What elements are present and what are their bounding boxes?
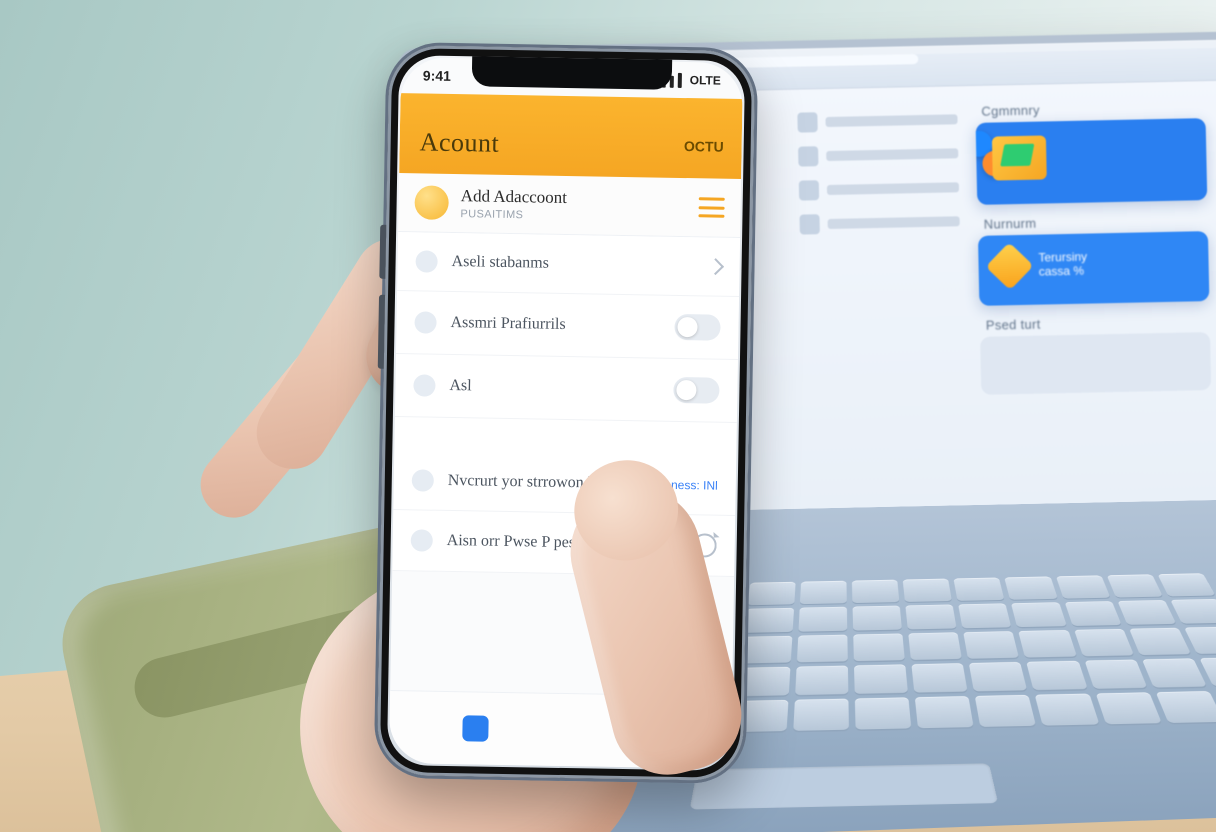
toggle-switch[interactable] xyxy=(674,314,720,341)
item-label: Assmri Prafiurrils xyxy=(450,314,660,336)
laptop-side-panel: Cgmmnry Nurnurm Terursiny cassa % xyxy=(975,89,1212,407)
toggle-switch[interactable] xyxy=(673,377,719,404)
header-action[interactable]: OCTU xyxy=(684,138,724,155)
add-account-sub: PUSAITIMS xyxy=(460,208,566,222)
add-account-row[interactable]: Add Adaccoont PUSAITIMS xyxy=(398,173,741,238)
list-item[interactable]: Assmri Prafiurrils xyxy=(396,291,739,360)
hand-holding-phone: 9:41 OLTE Acount OCTU Add Adaccoont PUSA… xyxy=(150,25,850,832)
laptop-tile-blank[interactable] xyxy=(980,332,1211,395)
status-time: 9:41 xyxy=(423,67,451,83)
screen-header: Acount OCTU xyxy=(399,93,742,179)
phone-notch xyxy=(472,56,672,89)
hamburger-icon[interactable] xyxy=(698,197,724,217)
item-label: Asl xyxy=(449,377,659,399)
item-icon xyxy=(414,311,436,333)
diamond-icon xyxy=(986,242,1034,290)
item-icon xyxy=(415,250,437,272)
list-item[interactable]: Nvcrurt yor strrowond Vorort hu ness: IN… xyxy=(393,451,736,516)
laptop-tile-action[interactable]: Terursiny cassa % xyxy=(978,231,1209,306)
item-icon xyxy=(412,469,434,491)
tab-chat-icon[interactable] xyxy=(462,715,488,741)
phone-volume-up[interactable] xyxy=(379,225,386,279)
status-carrier: OLTE xyxy=(690,73,721,88)
chevron-right-icon xyxy=(707,258,724,275)
list-item[interactable]: Aseli stabanms xyxy=(397,232,740,297)
laptop-side-label: Nurnurm xyxy=(984,212,1202,232)
laptop-side-label: Cgmmnry xyxy=(981,99,1199,119)
item-icon xyxy=(411,529,433,551)
item-icon xyxy=(413,374,435,396)
mail-folder-icon xyxy=(992,135,1047,180)
page-title: Acount xyxy=(419,127,721,162)
phone-volume-down[interactable] xyxy=(378,295,385,369)
laptop-tile-mail[interactable] xyxy=(976,118,1208,205)
item-label: Aseli stabanms xyxy=(451,253,695,275)
add-account-label: Add Adaccoont xyxy=(461,186,568,208)
tile-text: Terursiny cassa % xyxy=(1038,250,1087,279)
list-item[interactable]: Asl xyxy=(395,354,738,423)
avatar-icon xyxy=(414,185,449,220)
laptop-side-label: Psed turt xyxy=(986,313,1204,333)
scene: Cgmmnry Nurnurm Terursiny cassa % xyxy=(0,0,1216,832)
